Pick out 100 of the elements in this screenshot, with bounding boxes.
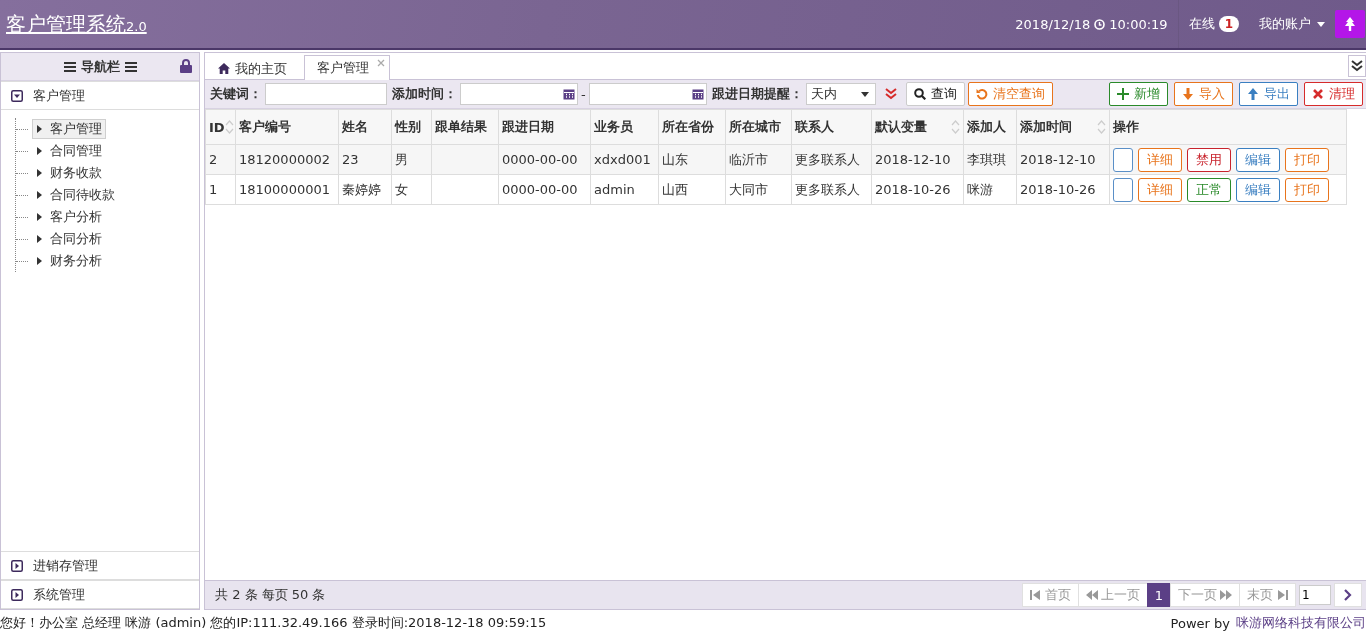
lock-icon (180, 59, 192, 73)
table-cell: 大同市 (729, 181, 768, 197)
tab[interactable]: 客户管理 (304, 55, 390, 80)
expand-icon (11, 588, 23, 601)
tree-icon (1344, 17, 1356, 31)
triangle-icon (37, 213, 42, 221)
tree-item[interactable]: 合同管理 (32, 141, 106, 161)
tree-item[interactable]: 合同待收款 (32, 185, 119, 205)
caret-icon (860, 91, 869, 97)
add-button[interactable]: 新增 (1109, 82, 1168, 106)
keyword-label: 关键词： (210, 85, 262, 103)
tree-item[interactable]: 合同分析 (32, 229, 106, 249)
export-button[interactable]: 导出 (1239, 82, 1298, 106)
online-label: 在线 (1188, 15, 1215, 33)
first-page-icon (1029, 589, 1042, 601)
table-cell: 2018-10-26 (1020, 182, 1096, 197)
table-cell: admin (594, 182, 635, 197)
menu-icon (124, 61, 137, 72)
column-header: 客户编号 (239, 118, 291, 136)
table-cell: 18100000001 (239, 182, 330, 197)
triangle-icon (37, 169, 42, 177)
column-header: 姓名 (342, 118, 368, 136)
table-cell: 山东 (662, 151, 688, 167)
table-cell: 2018-12-10 (1020, 152, 1096, 167)
app-title[interactable]: 客户管理系统2.0 (6, 10, 147, 38)
edit-button[interactable]: 编辑 (1236, 147, 1280, 172)
expand-icon[interactable] (884, 88, 897, 100)
close-icon (1312, 88, 1324, 100)
accordion-header[interactable]: 系统管理 (1, 580, 199, 609)
menu-icon (63, 61, 76, 72)
column-header: 性别 (395, 118, 421, 136)
sort-icon (224, 120, 234, 134)
table-cell: 2018-12-10 (875, 152, 951, 167)
edit-button[interactable]: 编辑 (1236, 177, 1280, 202)
reset-icon (975, 88, 988, 100)
table-cell: 1 (209, 182, 218, 197)
next-page-icon (1220, 589, 1232, 601)
column-header: 所在城市 (729, 118, 781, 136)
tree-item[interactable]: 财务分析 (32, 251, 106, 271)
reminder-select[interactable]: 天内 (805, 83, 876, 105)
accordion-header[interactable]: 进销存管理 (1, 551, 199, 580)
column-header: 操作 (1113, 118, 1139, 136)
blank-button[interactable] (1113, 177, 1133, 202)
disable-button[interactable]: 禁用 (1187, 147, 1231, 172)
company-link[interactable]: 咪游网络科技有限公司 (1236, 614, 1366, 632)
table-cell: 0000-00-00 (502, 152, 578, 167)
tree-item[interactable]: 客户管理 (32, 119, 106, 139)
reminder-label: 跟进日期提醒： (711, 85, 803, 103)
chevron-right-icon (1344, 589, 1352, 601)
table-cell: 李琪琪 (967, 151, 1006, 167)
sort-icon (951, 120, 960, 134)
date-text: 2018/12/18 (1015, 16, 1091, 32)
start-date-field[interactable] (460, 83, 578, 105)
up-arrow-icon (1247, 88, 1259, 100)
column-header[interactable]: 添加时间 (1020, 118, 1072, 136)
column-header[interactable]: ID (209, 119, 225, 135)
page-field[interactable]: 1 (1299, 585, 1331, 605)
triangle-icon (37, 235, 42, 243)
sort-icon (1097, 120, 1106, 134)
table-cell: 女 (395, 181, 408, 197)
tab[interactable]: 我的主页 (213, 56, 300, 80)
plus-icon (1117, 88, 1129, 100)
end-date-field[interactable] (588, 83, 707, 105)
down-arrow-icon (1182, 88, 1194, 100)
triangle-icon (37, 125, 42, 133)
calendar-icon (563, 88, 575, 100)
table-cell: 0000-00-00 (502, 182, 578, 197)
search-button[interactable]: 查询 (905, 82, 965, 106)
prev-page-icon (1085, 589, 1098, 601)
keyword-field[interactable] (265, 83, 387, 105)
enable-button[interactable]: 正常 (1187, 177, 1231, 202)
table-cell: 2018-10-26 (875, 182, 951, 197)
column-header[interactable]: 默认变量 (875, 118, 927, 136)
table-cell: 男 (395, 151, 408, 167)
date-label: 添加时间： (392, 85, 457, 103)
collapse-button[interactable] (1348, 55, 1366, 77)
column-header: 业务员 (594, 118, 633, 136)
double-chevron-icon (1351, 60, 1363, 72)
powered-by-label: Power by (1170, 615, 1230, 631)
table-cell: 23 (342, 152, 359, 167)
blank-button[interactable] (1113, 147, 1133, 172)
column-header: 跟单结果 (435, 118, 487, 136)
time-text: 10:00:19 (1109, 16, 1168, 32)
online-count-badge: 1 (1218, 16, 1239, 32)
tree-item[interactable]: 客户分析 (32, 207, 106, 227)
tree-item[interactable]: 财务收款 (32, 163, 106, 183)
record-summary: 共 2 条 每页 50 条 (215, 586, 326, 604)
go-button[interactable] (1334, 583, 1362, 607)
calendar-icon (691, 88, 704, 100)
table-cell: 18120000002 (239, 152, 330, 167)
table-cell: 2 (209, 152, 218, 167)
triangle-icon (37, 257, 42, 265)
expand-icon (11, 559, 23, 572)
theme-button[interactable] (1335, 10, 1365, 38)
table-cell: 咪游 (967, 181, 993, 197)
login-info: 您好！办公室 总经理 咪游 (admin) 您的IP:111.32.49.166 登录时间:2018-12-18 09:59:15 (0, 614, 547, 632)
account-menu[interactable]: 我的账户 (1249, 15, 1335, 33)
accordion-header[interactable]: 客户管理 (1, 81, 199, 110)
caret-icon (1317, 21, 1325, 27)
clear-button[interactable]: 清理 (1304, 82, 1363, 106)
